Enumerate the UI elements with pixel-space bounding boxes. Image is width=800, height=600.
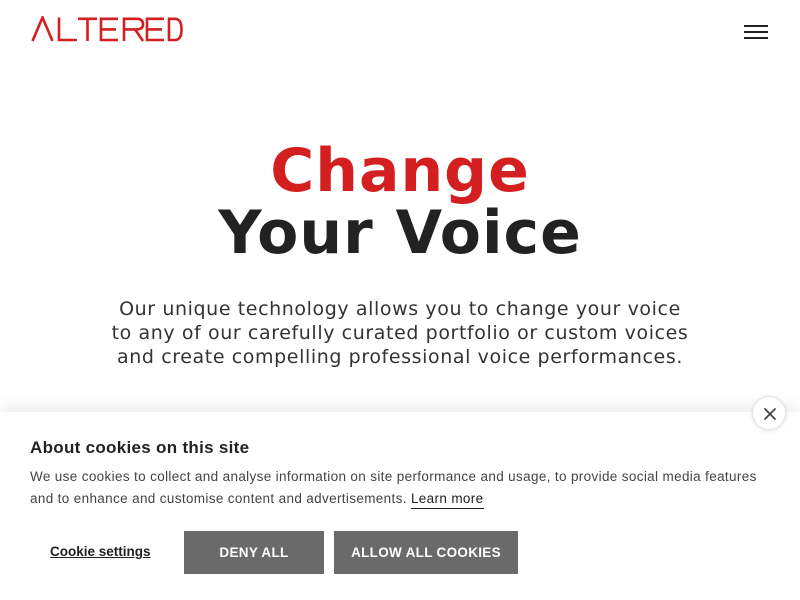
learn-more-link[interactable]: Learn more — [410, 491, 484, 509]
allow-all-cookies-button[interactable]: ALLOW ALL COOKIES — [334, 531, 518, 574]
menu-bar — [744, 31, 768, 33]
hero-title: Your Voice — [218, 198, 582, 268]
cookie-banner-text: We use cookies to collect and analyse in… — [30, 466, 770, 510]
hamburger-menu-icon[interactable] — [744, 25, 768, 39]
cookie-banner: About cookies on this site We use cookie… — [0, 412, 800, 600]
close-icon[interactable] — [752, 396, 786, 430]
menu-bar — [744, 25, 768, 27]
cookie-banner-title: About cookies on this site — [30, 438, 250, 457]
altered-logo[interactable] — [31, 16, 183, 42]
menu-bar — [744, 37, 768, 39]
cookie-settings-button[interactable]: Cookie settings — [50, 544, 151, 559]
hero-description: Our unique technology allows you to chan… — [111, 298, 689, 368]
site-header — [0, 0, 800, 62]
hero-heading: Change Your Voice — [0, 140, 800, 264]
deny-all-button[interactable]: DENY ALL — [184, 531, 324, 574]
cookie-description: We use cookies to collect and analyse in… — [30, 469, 757, 506]
hero-title-accent: Change — [270, 136, 530, 206]
